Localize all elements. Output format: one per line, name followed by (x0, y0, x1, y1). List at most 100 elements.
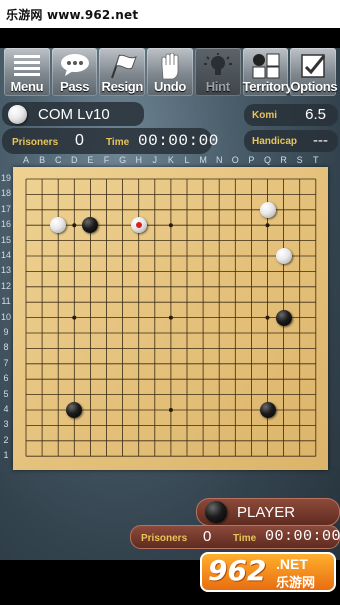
site-header: 乐游网 www.962.net (0, 0, 340, 28)
opponent-status-bar: Prisoners 0 Time 00:00:00 (2, 128, 218, 154)
handicap-value: --- (313, 132, 328, 149)
player-name: PLAYER (237, 504, 296, 521)
white-stone (130, 217, 147, 234)
column-label: R (280, 155, 287, 165)
player-timer: 00:00:00 (265, 528, 340, 545)
go-game-screen: Menu Pass Resign Undo Hint Territory Opt… (0, 48, 340, 560)
komi-panel: Komi 6.5 (244, 104, 338, 126)
column-label: T (313, 155, 319, 165)
handicap-panel: Handicap --- (244, 130, 338, 152)
resign-label: Resign (101, 79, 144, 94)
last-move-marker (135, 222, 142, 229)
white-stone (259, 201, 276, 218)
row-label: 6 (3, 373, 9, 384)
pass-button[interactable]: Pass (51, 48, 98, 96)
watermark-cn: 乐游网 (276, 576, 316, 591)
column-label: D (71, 155, 78, 165)
row-label: 18 (0, 188, 11, 199)
opponent-panel: COM Lv10 (2, 102, 144, 126)
speech-bubble-icon (60, 54, 89, 76)
black-stone-icon (205, 501, 227, 523)
komi-label: Komi (252, 110, 277, 121)
menu-label: Menu (10, 79, 44, 94)
komi-value: 6.5 (305, 106, 326, 123)
handicap-label: Handicap (252, 136, 298, 147)
row-label: 5 (3, 388, 9, 399)
row-label: 19 (0, 173, 11, 183)
column-label: B (39, 155, 46, 165)
options-label: Options (290, 79, 338, 94)
options-button[interactable]: Options (290, 48, 338, 96)
column-label: G (119, 155, 127, 165)
row-label: 9 (3, 327, 9, 337)
star-point (72, 315, 77, 320)
star-point (168, 408, 173, 412)
column-label: H (135, 155, 142, 165)
row-label: 13 (0, 265, 11, 276)
row-label: 12 (0, 280, 11, 291)
light-bulb-icon (203, 53, 232, 75)
row-label: 3 (3, 419, 9, 430)
checkbox-icon (301, 54, 326, 78)
toolbar: Menu Pass Resign Undo Hint Territory Opt… (4, 48, 338, 96)
player-time-label: Time (233, 533, 257, 544)
column-label: E (87, 155, 94, 165)
row-label: 8 (3, 342, 9, 353)
column-label: P (248, 155, 255, 165)
territory-icon (252, 53, 280, 79)
row-label: 4 (3, 404, 9, 414)
resign-button[interactable]: Resign (99, 48, 146, 96)
white-stone-icon (8, 105, 27, 124)
opponent-name: COM Lv10 (38, 106, 110, 123)
star-point (168, 315, 173, 320)
player-name-bar: PLAYER (196, 498, 340, 526)
row-label: 14 (0, 250, 11, 260)
pass-label: Pass (59, 79, 90, 94)
black-stone (259, 402, 276, 418)
column-label: C (54, 155, 62, 165)
row-label: 10 (0, 311, 11, 322)
column-label: Q (263, 155, 271, 165)
column-label: N (215, 155, 223, 165)
site-watermark-logo: 962 .NET 乐游网 (200, 552, 336, 596)
row-label: 1 (3, 450, 9, 461)
column-label: F (103, 155, 110, 165)
black-stone (275, 309, 292, 326)
watermark-number: 962 (208, 554, 267, 587)
go-board[interactable] (13, 167, 328, 470)
column-label: L (184, 155, 190, 165)
hint-label: Hint (205, 79, 230, 94)
menu-button[interactable]: Menu (4, 48, 50, 96)
star-point (72, 223, 77, 228)
player-prisoners-count: 0 (203, 528, 212, 545)
opponent-prisoners-label: Prisoners (12, 137, 59, 148)
row-label: 11 (1, 296, 11, 307)
hint-button[interactable]: Hint (194, 48, 241, 96)
column-label: J (152, 155, 158, 165)
white-stone (275, 248, 292, 264)
star-point (168, 223, 173, 228)
territory-button[interactable]: Territory (242, 48, 293, 96)
menu-icon (13, 55, 40, 76)
row-label: 15 (0, 234, 11, 245)
player-status-bar: Prisoners 0 Time 00:00:00 (130, 525, 340, 549)
undo-label: Undo (154, 79, 187, 94)
column-label: S (296, 155, 303, 165)
territory-label: Territory (242, 79, 293, 94)
site-name: 乐游网 www.962.net (6, 8, 139, 22)
star-point (265, 315, 270, 320)
watermark-tld: .NET (276, 556, 308, 572)
row-label: 17 (0, 203, 11, 214)
column-label: K (167, 155, 174, 165)
hand-icon (161, 53, 179, 80)
opponent-time-label: Time (106, 137, 130, 148)
undo-button[interactable]: Undo (147, 48, 193, 96)
row-label: 7 (3, 357, 9, 368)
white-flag-icon (111, 54, 138, 79)
star-point (265, 223, 270, 228)
player-prisoners-label: Prisoners (141, 533, 188, 544)
column-label: O (231, 155, 239, 165)
opponent-timer: 00:00:00 (138, 132, 219, 150)
column-label: A (22, 155, 29, 165)
opponent-prisoners-count: 0 (75, 132, 84, 149)
